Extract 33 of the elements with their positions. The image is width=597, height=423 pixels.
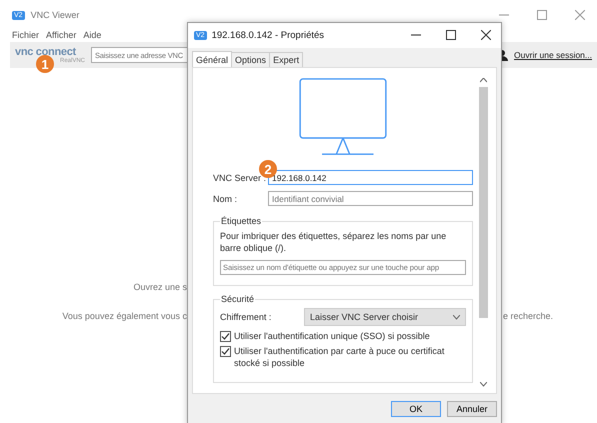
tab[interactable]: Options [231,52,270,67]
checkbox[interactable] [220,346,231,357]
dialog-button[interactable]: OK [391,401,441,417]
info-text: Vous pouvez également vous c [62,311,187,321]
chevron-down-icon [453,314,460,320]
checkbox-label: Utiliser l'authentification unique (SSO) si possible [234,330,430,342]
step-badge: 1 [36,55,54,73]
group-title: Sécurité [220,294,256,304]
hint-text: Pour imbriquer des étiquettes, séparez les noms par une barre oblique (/). [220,230,448,254]
menu-item[interactable]: Fichier [12,30,40,42]
group-title: Étiquettes [220,216,262,226]
tab[interactable]: Expert [269,52,304,67]
window-title: VNC Viewer [30,10,80,20]
checkbox-label: Utiliser l'authentification par carte à puce ou certificat stocké si possible [234,345,446,369]
dialog-button[interactable]: Annuler [447,401,497,417]
scroll-down-icon[interactable] [480,382,487,387]
close-icon[interactable] [481,30,491,40]
field-label: Nom : [213,194,238,204]
info-text: e recherche. [503,311,554,321]
checkbox[interactable] [220,331,231,342]
scroll-up-icon[interactable] [480,78,487,83]
field-label: Chiffrement : [220,312,272,322]
menu-item[interactable]: Afficher [46,30,76,42]
scrollbar[interactable] [479,78,488,387]
dialog-title: 192.168.0.142 - Propriétés [212,30,324,41]
encryption-dropdown[interactable]: Laisser VNC Server choisir [304,308,466,326]
logo-text: vnc connect [15,46,76,58]
sign-in-link[interactable]: Ouvrir une session... [514,50,592,60]
name-field[interactable]: Identifiant convivial [268,191,473,206]
menu-item[interactable]: Aide [83,30,102,42]
info-text: Ouvrez une s [133,282,187,292]
maximize-icon[interactable] [446,30,456,40]
tab[interactable]: Général [192,50,232,67]
